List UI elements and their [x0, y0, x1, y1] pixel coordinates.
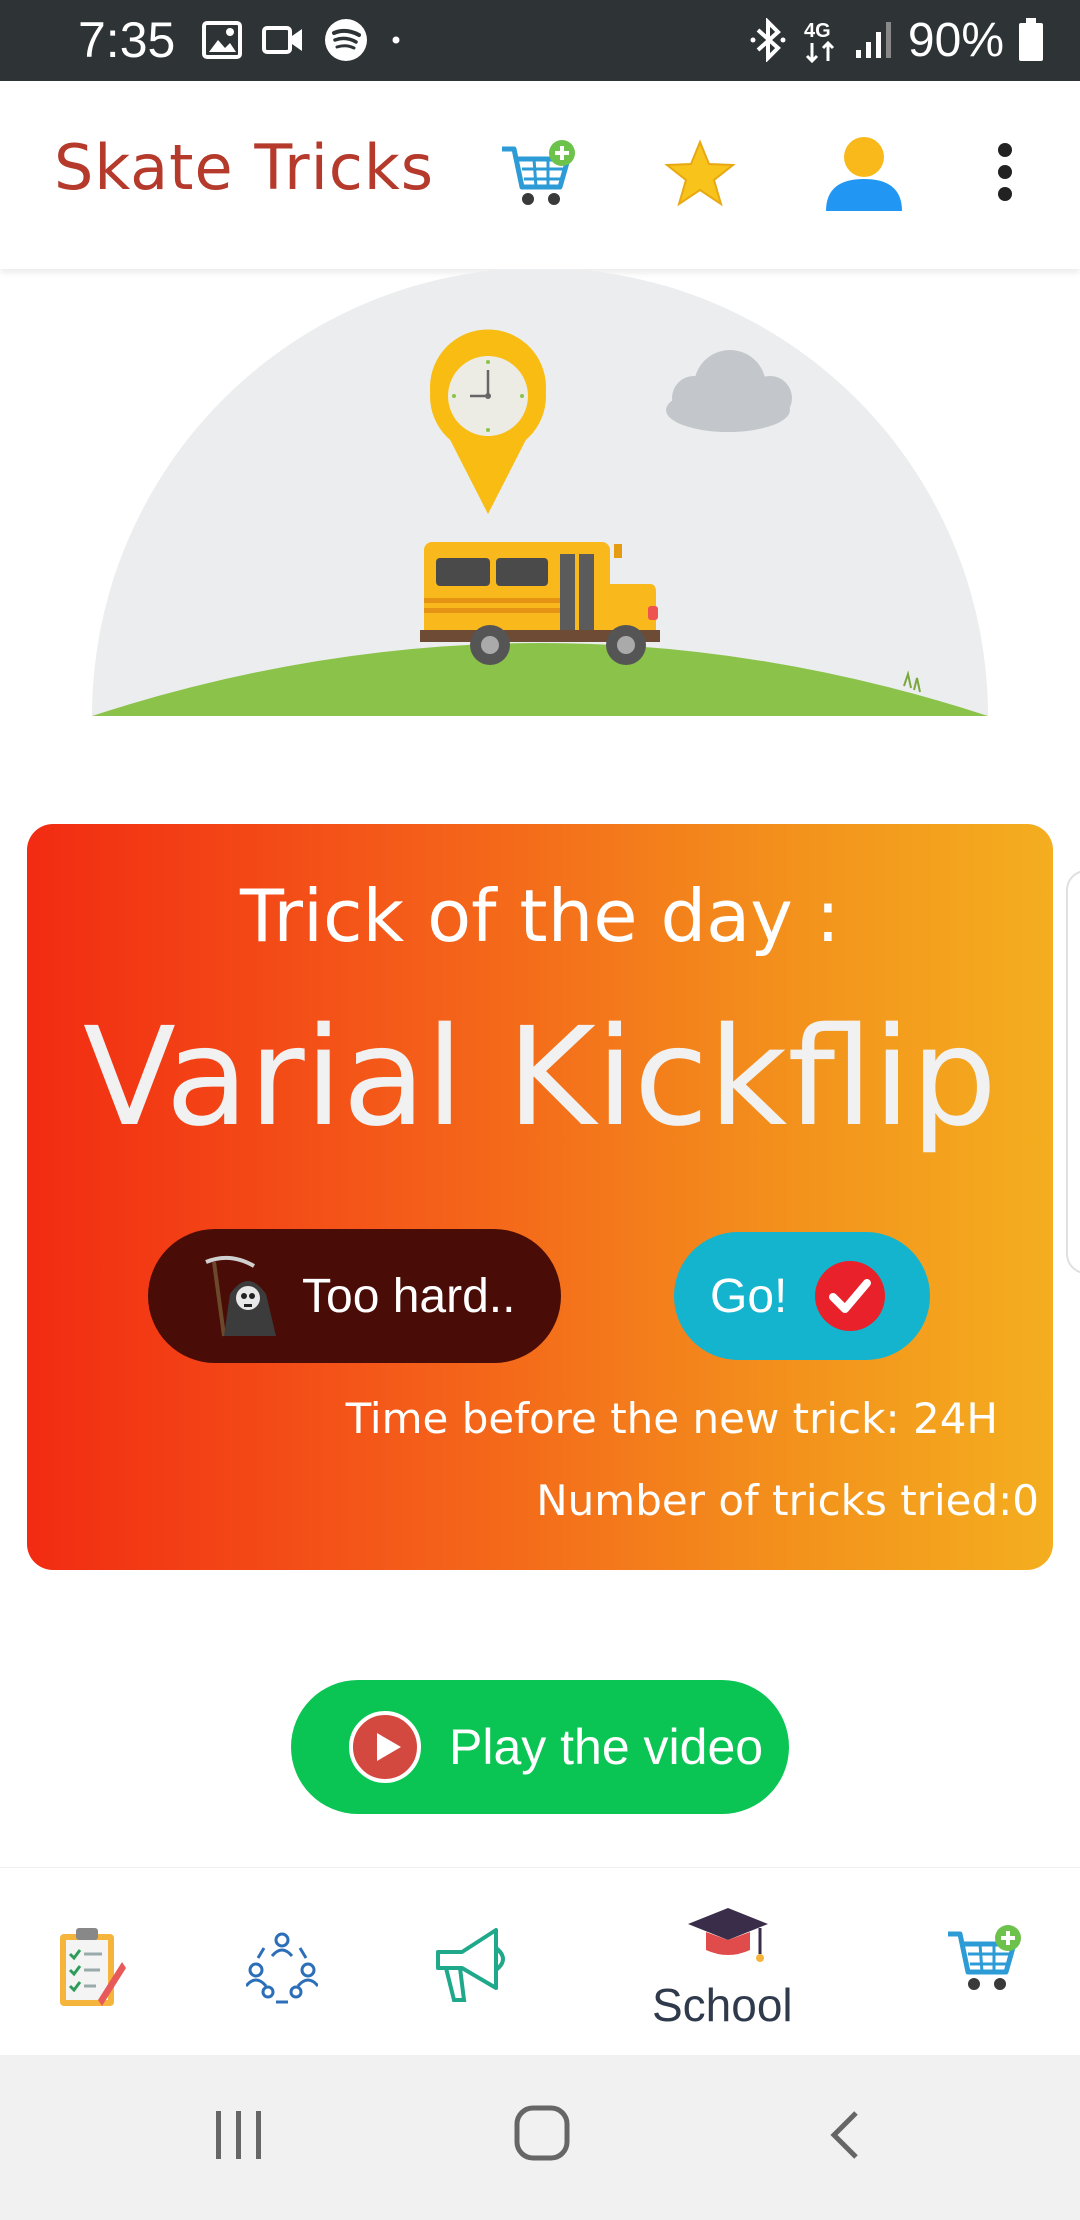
star-icon[interactable]: [664, 139, 736, 209]
status-time: 7:35: [78, 12, 176, 68]
home-icon[interactable]: [514, 2105, 570, 2161]
spotify-icon: [325, 19, 367, 61]
tried-count-text: Number of tricks tried:0: [536, 1476, 1039, 1525]
grim-reaper-icon: [205, 1255, 276, 1337]
app-title: Skate Tricks: [54, 131, 435, 204]
go-label: Go!: [710, 1269, 788, 1323]
too-hard-label: Too hard..: [302, 1269, 516, 1323]
school-bus-illustration: [92, 270, 988, 716]
bluetooth-icon: [750, 18, 786, 62]
recent-apps-icon[interactable]: [214, 2109, 264, 2161]
megaphone-icon[interactable]: [432, 1924, 514, 2004]
go-button[interactable]: Go!: [674, 1232, 930, 1360]
battery-percent: 90%: [907, 13, 1004, 67]
nav-label-school[interactable]: School: [652, 1978, 793, 2032]
trick-name: Varial Kickflip: [82, 999, 998, 1157]
play-video-label: Play the video: [449, 1719, 764, 1775]
signal-icon: [855, 22, 891, 58]
trick-heading: Trick of the day :: [239, 874, 841, 958]
trick-of-the-day-card: Trick of the day : Varial Kickflip Too h…: [27, 824, 1053, 1570]
4g-icon: 4G: [804, 20, 834, 63]
play-video-button[interactable]: Play the video: [291, 1680, 789, 1814]
too-hard-button[interactable]: Too hard..: [148, 1229, 561, 1363]
side-drawer-handle[interactable]: [1066, 870, 1080, 1274]
cart-add-icon[interactable]: [498, 139, 578, 215]
more-vert-icon[interactable]: [990, 141, 1020, 203]
timer-text: Time before the new trick: 24H: [345, 1394, 998, 1443]
svg-text:4G: 4G: [804, 20, 831, 42]
user-icon[interactable]: [824, 133, 904, 213]
dot-icon: [392, 36, 400, 44]
checklist-icon[interactable]: [56, 1924, 130, 2010]
app-bar: Skate Tricks: [0, 81, 1080, 269]
back-icon[interactable]: [826, 2109, 862, 2161]
image-icon: [202, 21, 242, 59]
graduation-cap-icon[interactable]: [686, 1904, 770, 1970]
cart-add-icon[interactable]: [944, 1924, 1024, 2000]
video-icon: [262, 26, 302, 54]
play-icon: [349, 1711, 421, 1783]
status-bar: 7:35 4G 90%: [0, 0, 1080, 81]
community-icon[interactable]: [246, 1930, 318, 2006]
system-navigation-bar: [0, 2055, 1080, 2220]
battery-icon: [1019, 18, 1043, 61]
check-circle-icon: [815, 1261, 886, 1331]
bottom-navigation: School: [0, 1867, 1080, 2056]
